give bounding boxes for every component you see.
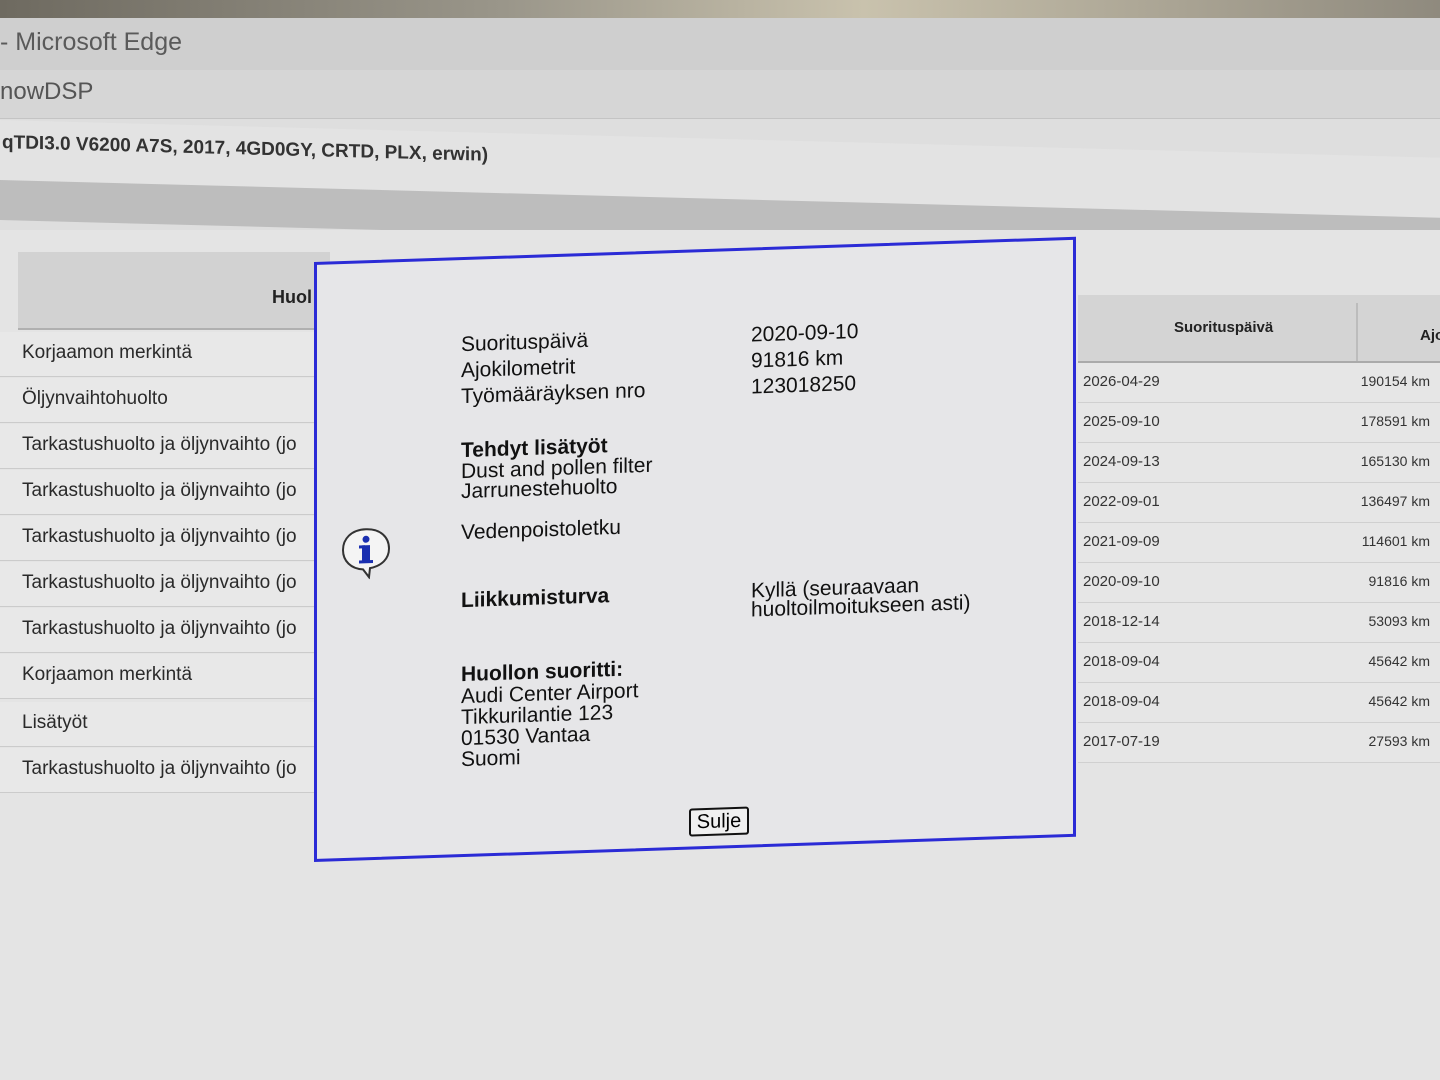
mobility-label: Liikkumisturva [461, 584, 610, 613]
table-row[interactable]: Tarkastushuolto ja öljynvaihto (jo [0, 608, 330, 653]
row-km: 53093 km [1368, 613, 1430, 629]
row-date: 2024-09-13 [1083, 453, 1160, 470]
row-km: 45642 km [1368, 653, 1430, 669]
row-date: 2018-09-04 [1083, 653, 1160, 670]
performer-line: 01530 Vantaa [461, 722, 591, 751]
table-row[interactable]: 2018-12-14 53093 km [1078, 603, 1440, 643]
browser-title-bar: - Microsoft Edge [0, 18, 1440, 73]
performer-line: Suomi [461, 746, 521, 772]
table-header: Suorituspäivä Ajo [1078, 295, 1440, 363]
service-name: Tarkastushuolto ja öljynvaihto (jo [22, 758, 297, 779]
service-name: Korjaamon merkintä [22, 664, 193, 685]
row-date: 2021-09-09 [1083, 533, 1160, 550]
row-km: 45642 km [1368, 693, 1430, 709]
service-name: Tarkastushuolto ja öljynvaihto (jo [22, 434, 297, 455]
service-details-dialog: Suorituspäivä 2020-09-10 Ajokilometrit 9… [314, 236, 1076, 862]
table-row[interactable]: Korjaamon merkintä [0, 332, 330, 377]
table-row[interactable]: Tarkastushuolto ja öljynvaihto (jo [0, 748, 330, 793]
service-name: Tarkastushuolto ja öljynvaihto (jo [22, 526, 297, 547]
work-order-label: Työmääräyksen nro [461, 379, 646, 409]
table-row[interactable]: 2026-04-29 190154 km [1078, 363, 1440, 403]
row-km: 165130 km [1360, 453, 1430, 469]
column-header-label: Huol [272, 287, 312, 307]
row-km: 136497 km [1360, 493, 1430, 509]
table-row[interactable]: 2017-07-19 27593 km [1078, 723, 1440, 763]
column-header-km[interactable]: Ajo [1420, 327, 1440, 344]
row-date: 2017-07-19 [1083, 733, 1160, 750]
info-icon [341, 528, 391, 580]
app-title-bar: nowDSP [0, 70, 1440, 119]
table-row[interactable]: 2020-09-10 91816 km [1078, 563, 1440, 603]
service-name: Tarkastushuolto ja öljynvaihto (jo [22, 618, 297, 639]
mobility-value-cont: huoltoilmoitukseen asti) [751, 591, 971, 622]
row-date: 2020-09-10 [1083, 573, 1160, 590]
close-button[interactable]: Sulje [689, 806, 749, 837]
km-value: 91816 km [751, 346, 844, 373]
row-date: 2026-04-29 [1083, 373, 1160, 390]
service-name: Öljynvaihtohuolto [22, 388, 168, 409]
window-title: - Microsoft Edge [0, 28, 183, 56]
app-name: nowDSP [0, 78, 94, 105]
table-row[interactable]: 2021-09-09 114601 km [1078, 523, 1440, 563]
column-divider [1356, 303, 1358, 361]
service-name: Lisätyöt [22, 712, 88, 733]
table-row[interactable]: 2022-09-01 136497 km [1078, 483, 1440, 523]
row-km: 27593 km [1368, 733, 1430, 749]
vehicle-info: qTDI3.0 V6200 A7S, 2017, 4GD0GY, CRTD, P… [2, 132, 489, 166]
table-row[interactable]: 2025-09-10 178591 km [1078, 403, 1440, 443]
table-row[interactable]: Tarkastushuolto ja öljynvaihto (jo [0, 470, 330, 515]
table-row[interactable]: Tarkastushuolto ja öljynvaihto (jo [0, 516, 330, 561]
row-km: 190154 km [1360, 373, 1430, 389]
table-row[interactable]: 2018-09-04 45642 km [1078, 643, 1440, 683]
service-name: Korjaamon merkintä [22, 342, 193, 363]
service-name: Tarkastushuolto ja öljynvaihto (jo [22, 480, 297, 501]
table-row[interactable]: 2024-09-13 165130 km [1078, 443, 1440, 483]
column-header-service[interactable]: Huol [18, 252, 330, 330]
km-label: Ajokilometrit [461, 355, 576, 383]
extra-work-item: Jarrunestehuolto [461, 474, 618, 504]
date-value: 2020-09-10 [751, 319, 859, 347]
table-row[interactable]: 2018-09-04 45642 km [1078, 683, 1440, 723]
table-row[interactable]: Korjaamon merkintä [0, 654, 330, 699]
date-label: Suorituspäivä [461, 328, 589, 357]
row-date: 2018-09-04 [1083, 693, 1160, 710]
extra-work-item: Vedenpoistoletku [461, 515, 621, 545]
table-row[interactable]: Lisätyöt [0, 702, 330, 747]
table-row[interactable]: Tarkastushuolto ja öljynvaihto (jo [0, 562, 330, 607]
row-km: 114601 km [1361, 533, 1430, 549]
service-name: Tarkastushuolto ja öljynvaihto (jo [22, 572, 297, 593]
table-row[interactable]: Tarkastushuolto ja öljynvaihto (jo [0, 424, 330, 469]
row-km: 178591 km [1360, 413, 1430, 429]
column-header-date[interactable]: Suorituspäivä [1174, 319, 1273, 336]
row-date: 2022-09-01 [1083, 493, 1160, 510]
table-row[interactable]: Öljynvaihtohuolto [0, 378, 330, 423]
work-order-value: 123018250 [751, 372, 857, 399]
row-date: 2025-09-10 [1083, 413, 1160, 430]
row-date: 2018-12-14 [1083, 613, 1160, 630]
row-km: 91816 km [1368, 573, 1430, 589]
